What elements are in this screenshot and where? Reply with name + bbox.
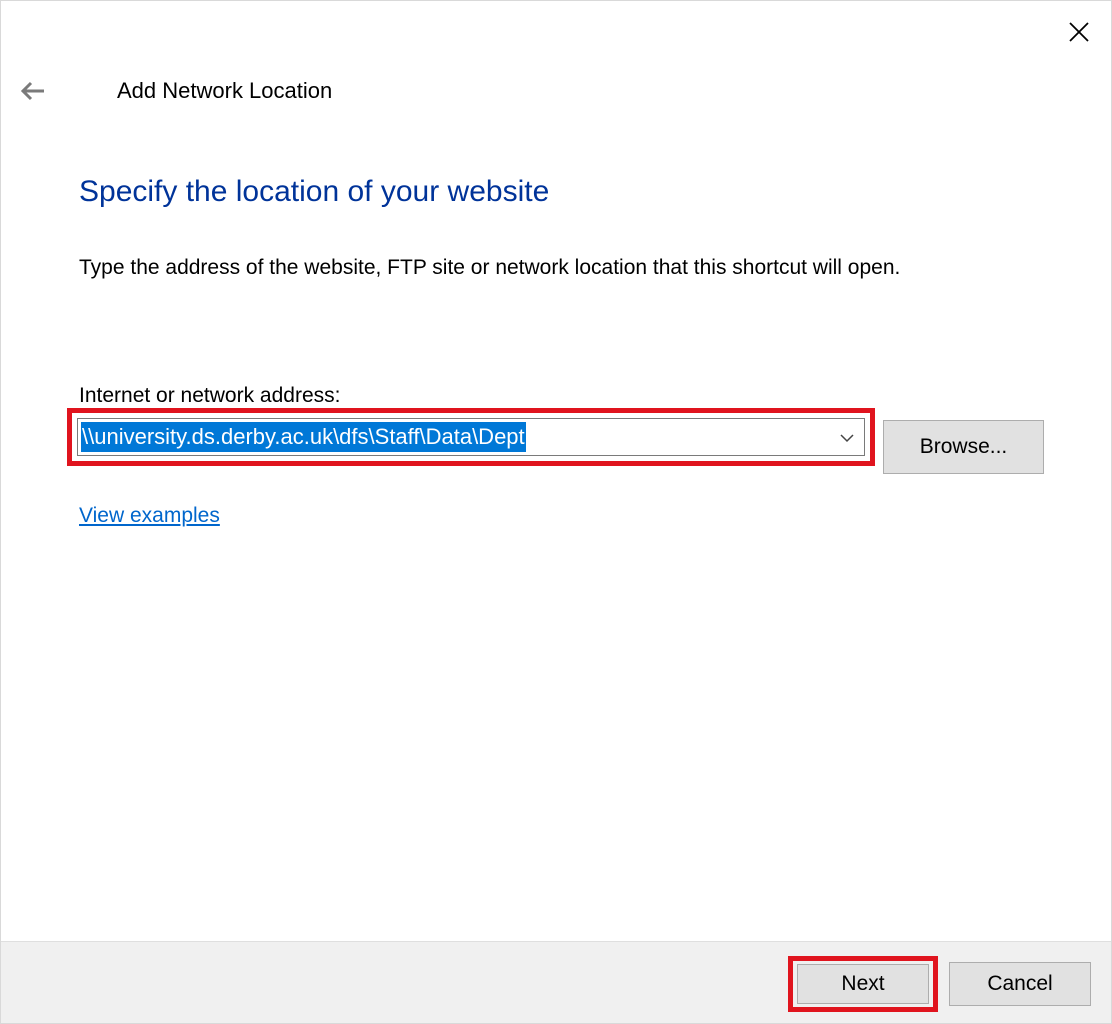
page-heading: Specify the location of your website: [79, 175, 550, 208]
close-button[interactable]: [1059, 13, 1099, 51]
window-title: Add Network Location: [117, 78, 333, 103]
view-examples-link[interactable]: View examples: [79, 504, 220, 528]
address-combobox[interactable]: \\university.ds.derby.ac.uk\dfs\Staff\Da…: [77, 418, 865, 456]
chevron-down-icon: [840, 434, 854, 443]
back-button[interactable]: [15, 75, 51, 107]
next-button[interactable]: Next: [797, 964, 929, 1004]
browse-button[interactable]: Browse...: [883, 420, 1044, 474]
address-input-value[interactable]: \\university.ds.derby.ac.uk\dfs\Staff\Da…: [81, 422, 526, 452]
address-dropdown-button[interactable]: [836, 427, 858, 449]
cancel-button[interactable]: Cancel: [949, 962, 1091, 1006]
page-description: Type the address of the website, FTP sit…: [79, 256, 901, 279]
address-label: Internet or network address:: [79, 384, 341, 407]
dialog-footer: Next Cancel: [1, 941, 1111, 1023]
add-network-location-dialog: Add Network Location Specify the locatio…: [0, 0, 1112, 1024]
back-arrow-icon: [20, 81, 44, 101]
close-icon: [1069, 22, 1089, 42]
